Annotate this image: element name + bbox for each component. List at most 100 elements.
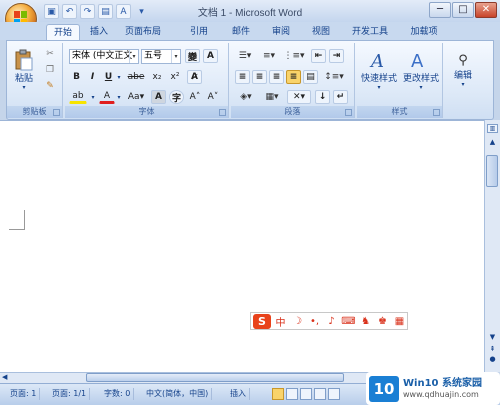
font-color-dropdown-icon[interactable]: ▾ xyxy=(115,90,123,104)
punctuation-icon[interactable]: •, xyxy=(307,316,322,327)
scroll-down-icon[interactable]: ▼ xyxy=(487,333,498,342)
highlight-color-icon[interactable]: ab xyxy=(69,90,87,104)
copy-icon[interactable]: ❐ xyxy=(43,63,57,76)
sort-icon[interactable]: ↓ xyxy=(315,90,330,104)
shrink-font-icon[interactable]: A˅ xyxy=(205,90,221,104)
font-size-dropdown-icon[interactable]: ▾ xyxy=(171,50,180,63)
shading-icon[interactable]: ◈▾ xyxy=(235,90,257,104)
status-language[interactable]: 中文(简体，中国) xyxy=(146,388,213,400)
maximize-button[interactable]: □ xyxy=(452,2,474,18)
styles-group: A 快速样式 ▾ A 更改样式 ▾ 样式 xyxy=(357,43,443,118)
justify-icon[interactable]: ≡ xyxy=(286,70,301,84)
borders-icon[interactable]: ▦▾ xyxy=(261,90,283,104)
site-watermark: 10 Win10 系统家园 www.qdhuajin.com xyxy=(366,372,500,405)
tab-references[interactable]: 引用 xyxy=(184,24,214,40)
grow-font-icon[interactable]: A˄ xyxy=(187,90,203,104)
subscript-button[interactable]: x₂ xyxy=(149,70,165,84)
char-border-icon[interactable]: A xyxy=(203,49,218,63)
previous-page-icon[interactable]: ⇞ xyxy=(487,345,498,354)
decrease-indent-icon[interactable]: ⇤ xyxy=(311,49,326,63)
editing-button[interactable]: ⚲ 编辑 ▾ xyxy=(447,45,479,95)
format-painter-icon[interactable]: ✎ xyxy=(43,79,57,92)
bold-button[interactable]: B xyxy=(69,70,84,84)
distributed-icon[interactable]: ▤ xyxy=(303,70,318,84)
tab-developer[interactable]: 开发工具 xyxy=(346,24,394,40)
line-spacing-icon[interactable]: ↕≡▾ xyxy=(323,70,345,84)
cut-icon[interactable]: ✂ xyxy=(43,47,57,60)
win10-logo: 10 xyxy=(369,375,399,402)
half-width-icon[interactable]: ☽ xyxy=(290,316,305,327)
strikethrough-button[interactable]: abe xyxy=(125,70,147,84)
editing-label: 编辑 xyxy=(453,70,472,81)
binoculars-icon: ⚲ xyxy=(458,52,468,68)
scroll-up-icon[interactable]: ▲ xyxy=(487,138,498,147)
horizontal-scroll-thumb[interactable] xyxy=(86,373,344,382)
superscript-button[interactable]: x² xyxy=(167,70,183,84)
paragraph-launcher-icon[interactable] xyxy=(345,109,352,116)
change-styles-label: 更改样式 xyxy=(402,74,439,84)
styles-launcher-icon[interactable] xyxy=(433,109,440,116)
skin-icon[interactable]: ♚ xyxy=(375,316,390,327)
status-words[interactable]: 字数: 0 xyxy=(104,388,135,400)
ime-toolbar[interactable]: S 中 ☽ •, ♪ ⌨ ♞ ♚ ▦ xyxy=(250,312,408,330)
enclose-chars-icon[interactable]: 字 xyxy=(169,90,184,104)
italic-button[interactable]: I xyxy=(85,70,100,84)
close-button[interactable]: ✕ xyxy=(475,2,497,18)
phonetic-guide-icon[interactable]: 變 xyxy=(185,49,200,63)
clear-formatting-icon[interactable]: A̷ xyxy=(187,70,202,84)
status-mode[interactable]: 插入 xyxy=(230,388,250,400)
font-color-icon[interactable]: A xyxy=(99,90,115,104)
document-canvas[interactable] xyxy=(0,120,484,372)
tab-page-layout[interactable]: 页面布局 xyxy=(116,24,170,40)
paste-button[interactable]: 粘贴 ▾ xyxy=(11,45,37,95)
highlight-dropdown-icon[interactable]: ▾ xyxy=(89,90,97,104)
outline-view-icon[interactable] xyxy=(314,388,326,400)
print-layout-view-icon[interactable] xyxy=(272,388,284,400)
clipboard-launcher-icon[interactable] xyxy=(53,109,60,116)
status-page[interactable]: 页面: 1 xyxy=(10,388,41,400)
tab-add-ins[interactable]: 加载项 xyxy=(404,24,444,40)
quick-styles-icon: A xyxy=(369,51,384,71)
multilevel-list-icon[interactable]: ⋮≡▾ xyxy=(283,49,305,63)
font-name-dropdown-icon[interactable]: ▾ xyxy=(129,50,138,63)
sogou-logo-icon[interactable]: S xyxy=(253,313,271,329)
change-case-icon[interactable]: Aa▾ xyxy=(125,90,147,104)
align-right-icon[interactable]: ≡ xyxy=(269,70,284,84)
scroll-left-icon[interactable]: ◀ xyxy=(2,373,7,381)
ruler-toggle-icon[interactable]: ▥ xyxy=(487,124,498,133)
font-launcher-icon[interactable] xyxy=(219,109,226,116)
tab-insert[interactable]: 插入 xyxy=(84,24,114,40)
microphone-icon[interactable]: ♪ xyxy=(324,316,339,327)
user-icon[interactable]: ♞ xyxy=(358,316,373,327)
web-layout-view-icon[interactable] xyxy=(300,388,312,400)
minimize-button[interactable]: ─ xyxy=(429,2,451,18)
toolbox-icon[interactable]: ▦ xyxy=(392,316,407,327)
draft-view-icon[interactable] xyxy=(328,388,340,400)
tab-view[interactable]: 视图 xyxy=(306,24,336,40)
underline-button[interactable]: U xyxy=(101,70,116,84)
quick-styles-button[interactable]: A 快速样式 ▾ xyxy=(359,45,399,95)
numbering-icon[interactable]: ≡▾ xyxy=(259,49,279,63)
bullets-icon[interactable]: ☰▾ xyxy=(235,49,255,63)
align-center-icon[interactable]: ≡ xyxy=(252,70,267,84)
status-pages[interactable]: 页面: 1/1 xyxy=(52,388,91,400)
font-name-combo[interactable]: 宋体 (中文正文 ▾ xyxy=(69,49,139,64)
tab-home[interactable]: 开始 xyxy=(46,24,80,40)
tab-mailings[interactable]: 邮件 xyxy=(226,24,256,40)
quick-styles-label: 快速样式 xyxy=(360,74,397,84)
increase-indent-icon[interactable]: ⇥ xyxy=(329,49,344,63)
change-styles-button[interactable]: A 更改样式 ▾ xyxy=(401,45,441,95)
show-marks-icon[interactable]: ↵ xyxy=(333,90,348,104)
tab-review[interactable]: 审阅 xyxy=(266,24,296,40)
change-styles-icon: A xyxy=(411,51,424,71)
vertical-scroll-thumb[interactable] xyxy=(486,155,498,187)
keyboard-icon[interactable]: ⌨ xyxy=(341,316,356,327)
chinese-layout-icon[interactable]: ✕▾ xyxy=(287,90,311,104)
underline-dropdown-icon[interactable]: ▾ xyxy=(115,70,123,84)
full-screen-view-icon[interactable] xyxy=(286,388,298,400)
ime-mode[interactable]: 中 xyxy=(273,314,288,329)
font-size-combo[interactable]: 五号 ▾ xyxy=(141,49,181,64)
select-browse-object-icon[interactable]: ● xyxy=(487,355,498,364)
align-left-icon[interactable]: ≡ xyxy=(235,70,250,84)
char-shading-icon[interactable]: A xyxy=(151,90,166,104)
